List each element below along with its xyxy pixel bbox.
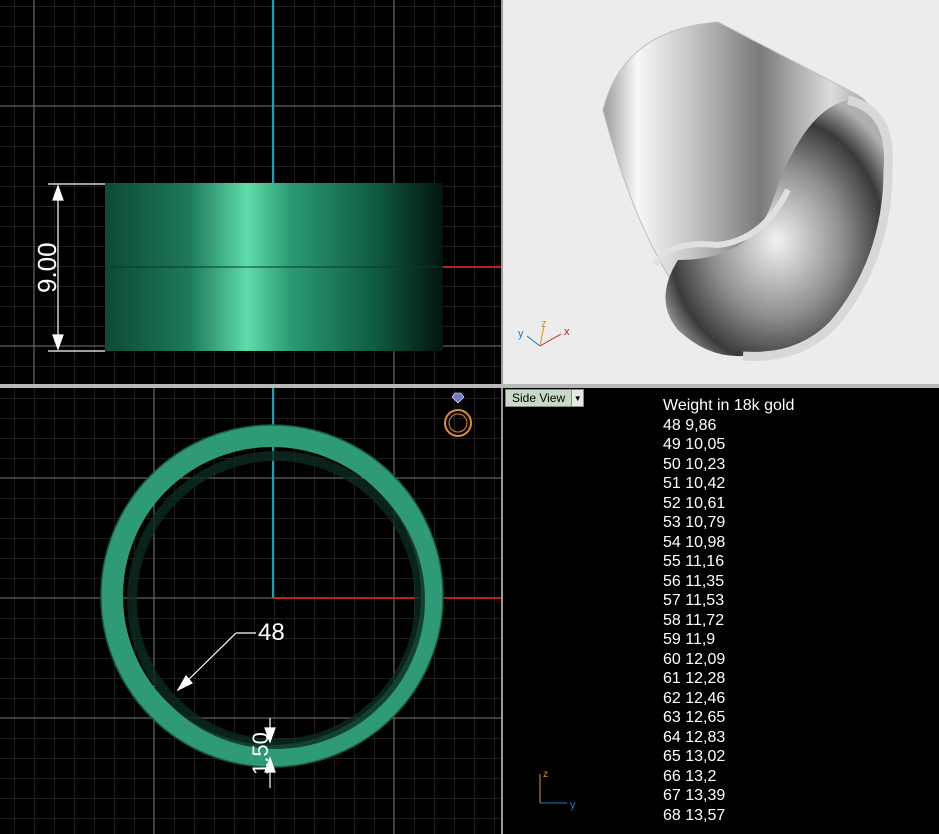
weight-row: 63 12,65 bbox=[663, 709, 726, 726]
perspective-viewport-canvas: x z y bbox=[518, 21, 893, 361]
weight-row: 49 10,05 bbox=[663, 436, 726, 453]
weight-row: 64 12,83 bbox=[663, 728, 726, 746]
weight-row: 56 11,35 bbox=[663, 572, 725, 590]
svg-text:z: z bbox=[543, 769, 548, 780]
viewport-splitter-horizontal[interactable] bbox=[0, 384, 939, 388]
weight-row: 59 11,9 bbox=[663, 631, 716, 648]
weight-row: 53 10,79 bbox=[663, 514, 726, 531]
diameter-label: 48 bbox=[258, 619, 285, 646]
viewport-label-text: Side View bbox=[512, 391, 566, 405]
chevron-down-icon[interactable]: ▼ bbox=[571, 390, 584, 406]
svg-text:y: y bbox=[570, 799, 576, 811]
weight-row: 66 13,2 bbox=[663, 767, 717, 785]
thickness-label: 1.50 bbox=[248, 732, 273, 775]
perspective-viewport[interactable]: x z y bbox=[503, 0, 939, 384]
weight-row: 65 13,02 bbox=[663, 748, 726, 765]
weight-row: 57 11,53 bbox=[663, 592, 725, 609]
weight-row: 54 10,98 bbox=[663, 533, 726, 551]
weight-row: 52 10,61 bbox=[663, 494, 726, 512]
svg-text:y: y bbox=[518, 328, 524, 340]
weight-row: 55 11,16 bbox=[663, 553, 725, 570]
weight-row: 50 10,23 bbox=[663, 455, 726, 473]
weight-row: 68 13,57 bbox=[663, 806, 726, 824]
side-viewport[interactable]: Side View ▼ Weight in 18k gold 48 9,86 4… bbox=[503, 388, 939, 834]
weight-row: 48 9,86 bbox=[663, 416, 717, 434]
weight-row: 67 13,39 bbox=[663, 787, 726, 804]
front-viewport[interactable]: 9.00 bbox=[0, 0, 501, 384]
weight-row: 61 12,28 bbox=[663, 670, 726, 687]
svg-text:x: x bbox=[564, 326, 570, 338]
weight-row: 60 12,09 bbox=[663, 650, 726, 668]
svg-text:z: z bbox=[541, 318, 547, 330]
weight-row: 51 10,42 bbox=[663, 475, 726, 492]
weight-table: Weight in 18k gold 48 9,86 49 10,05 50 1… bbox=[663, 396, 794, 825]
weight-table-title: Weight in 18k gold bbox=[663, 397, 795, 414]
top-viewport[interactable]: 48 1.50 bbox=[0, 388, 501, 834]
viewport-label[interactable]: Side View ▼ bbox=[505, 389, 585, 407]
axis-gizmo: x z y bbox=[518, 318, 570, 347]
weight-row: 62 12,46 bbox=[663, 689, 726, 707]
height-dimension-label: 9.00 bbox=[32, 242, 62, 293]
front-viewport-canvas: 9.00 bbox=[0, 0, 501, 384]
weight-row: 58 11,72 bbox=[663, 611, 725, 629]
viewport-splitter-vertical[interactable] bbox=[501, 0, 503, 834]
top-viewport-canvas: 48 1.50 bbox=[0, 388, 501, 834]
